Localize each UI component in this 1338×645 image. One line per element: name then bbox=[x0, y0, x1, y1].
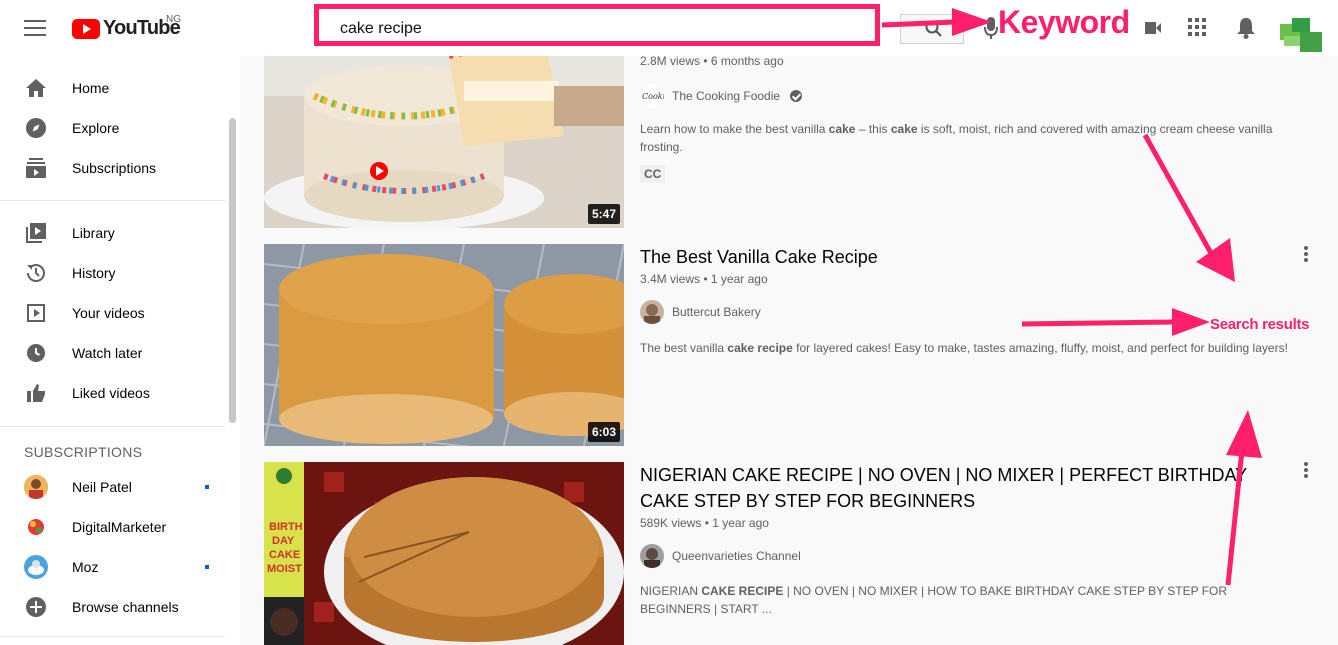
video-description: NIGERIAN CAKE RECIPE | NO OVEN | NO MIXE… bbox=[640, 584, 1228, 616]
country-code: NG bbox=[166, 14, 181, 25]
library-icon bbox=[26, 223, 46, 243]
create-video-icon[interactable] bbox=[1145, 19, 1161, 37]
video-meta: 3.4M views • 1 year ago bbox=[640, 272, 768, 286]
sidebar-item-your-videos[interactable]: Your videos bbox=[0, 293, 225, 333]
cake-thumbnail-image: BIRTH DAY CAKE MOIST bbox=[264, 462, 624, 645]
search-results-annotation: Search results bbox=[1210, 316, 1310, 333]
notifications-bell-icon[interactable] bbox=[1236, 17, 1256, 39]
masthead: YouTube NG bbox=[0, 0, 1338, 56]
plus-circle-icon bbox=[26, 597, 46, 617]
video-title-link[interactable]: The Best Vanilla Cake Recipe bbox=[640, 244, 1260, 270]
new-content-dot bbox=[205, 565, 209, 569]
sidebar-item-home[interactable]: Home bbox=[0, 68, 225, 108]
subscription-item-neil-patel[interactable]: Neil Patel bbox=[0, 467, 225, 507]
video-thumbnail[interactable]: BIRTH DAY CAKE MOIST bbox=[264, 462, 624, 645]
play-square-icon bbox=[27, 304, 45, 322]
video-meta: 589K views • 1 year ago bbox=[640, 516, 769, 530]
video-duration: 6:03 bbox=[587, 422, 620, 442]
search-input[interactable] bbox=[330, 14, 900, 44]
compass-icon bbox=[26, 118, 46, 138]
sidebar-divider bbox=[0, 200, 225, 201]
video-thumbnail[interactable]: 5:47 bbox=[264, 26, 624, 228]
cake-thumbnail-image bbox=[264, 244, 624, 446]
guide-sidebar: Home Explore Subscriptions Library Histo… bbox=[0, 56, 240, 645]
thumbs-up-icon bbox=[27, 384, 45, 402]
account-avatar[interactable] bbox=[1280, 18, 1322, 52]
svg-text:CAKE: CAKE bbox=[269, 549, 300, 561]
svg-text:DAY: DAY bbox=[272, 535, 295, 547]
apps-grid-icon[interactable] bbox=[1188, 18, 1208, 38]
more-options-icon[interactable] bbox=[1304, 246, 1308, 262]
sidebar-item-watch-later[interactable]: Watch later bbox=[0, 333, 225, 373]
sidebar-scrollbar[interactable] bbox=[229, 118, 236, 423]
video-thumbnail[interactable]: 6:03 bbox=[264, 244, 624, 446]
cc-badge: CC bbox=[640, 165, 666, 183]
sidebar-item-explore[interactable]: Explore bbox=[0, 108, 225, 148]
sidebar-item-library[interactable]: Library bbox=[0, 213, 225, 253]
sidebar-item-liked-videos[interactable]: Liked videos bbox=[0, 373, 225, 413]
video-meta: 2.8M views • 6 months ago bbox=[640, 54, 784, 68]
svg-text:Cookin: Cookin bbox=[642, 92, 664, 101]
cake-thumbnail-image bbox=[264, 26, 624, 228]
sidebar-item-history[interactable]: History bbox=[0, 253, 225, 293]
keyword-annotation: Keyword bbox=[998, 4, 1130, 40]
youtube-play-icon bbox=[72, 18, 100, 39]
browse-channels-item[interactable]: Browse channels bbox=[0, 587, 225, 627]
verified-icon bbox=[790, 90, 802, 102]
video-description: The best vanilla cake recipe for layered… bbox=[640, 341, 1288, 355]
svg-text:BIRTH: BIRTH bbox=[269, 521, 303, 533]
youtube-logo[interactable]: YouTube bbox=[72, 17, 181, 40]
video-title-link[interactable]: NIGERIAN CAKE RECIPE | NO OVEN | NO MIXE… bbox=[640, 462, 1260, 514]
avatar bbox=[24, 555, 48, 579]
sidebar-divider bbox=[0, 636, 225, 637]
new-content-dot bbox=[205, 485, 209, 489]
more-options-icon[interactable] bbox=[1304, 462, 1308, 478]
search-button[interactable] bbox=[900, 14, 964, 44]
subscriptions-icon bbox=[26, 158, 46, 178]
subscription-item-moz[interactable]: Moz bbox=[0, 547, 225, 587]
svg-text:MOIST: MOIST bbox=[267, 563, 302, 575]
history-icon bbox=[26, 264, 45, 282]
channel-avatar bbox=[640, 300, 664, 324]
search-icon bbox=[925, 20, 942, 37]
avatar bbox=[24, 515, 48, 539]
subscription-item-digitalmarketer[interactable]: DigitalMarketer bbox=[0, 507, 225, 547]
video-description: Learn how to make the best vanilla cake … bbox=[640, 122, 1273, 154]
sidebar-divider bbox=[0, 426, 225, 427]
avatar bbox=[24, 475, 48, 499]
clock-icon bbox=[27, 344, 45, 362]
video-duration: 5:47 bbox=[587, 204, 620, 224]
sidebar-item-subscriptions[interactable]: Subscriptions bbox=[0, 148, 225, 188]
subscriptions-header: SUBSCRIPTIONS bbox=[24, 444, 143, 460]
channel-avatar: Cookin bbox=[640, 84, 664, 108]
menu-icon[interactable] bbox=[24, 20, 46, 36]
microphone-icon[interactable] bbox=[984, 16, 998, 40]
channel-avatar bbox=[640, 544, 664, 568]
home-icon bbox=[26, 79, 46, 97]
